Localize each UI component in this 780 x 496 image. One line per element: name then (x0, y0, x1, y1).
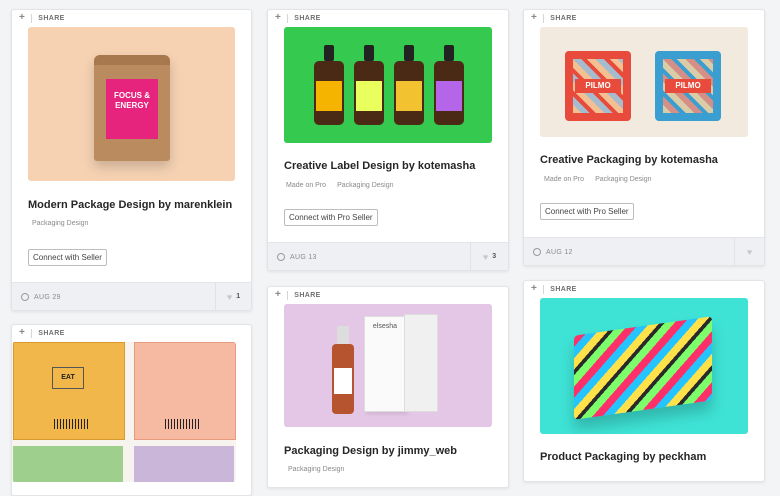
product-box: elsesha (364, 316, 406, 412)
zigzag-box (574, 316, 712, 420)
package: PILMO (655, 51, 721, 121)
project-image[interactable] (284, 27, 492, 143)
like-button[interactable]: ♥ (734, 238, 764, 265)
project-image[interactable]: FOCUS & ENERGY (28, 27, 235, 181)
clock-icon (21, 293, 29, 301)
project-card: + SHARE Product Packaging by peckham (523, 280, 765, 482)
tag[interactable]: Made on Pro (544, 176, 584, 183)
coffee-bag: FOCUS & ENERGY (94, 55, 170, 161)
plus-icon[interactable]: + (531, 284, 537, 294)
card-footer: AUG 29 ♥ 1 (12, 282, 251, 310)
plus-icon[interactable]: + (531, 13, 537, 23)
share-bar: + SHARE (524, 10, 764, 26)
bottle (394, 45, 424, 125)
project-title[interactable]: Product Packaging by peckham (540, 451, 706, 463)
tag[interactable]: Packaging Design (595, 176, 651, 183)
share-bar: + SHARE (268, 287, 508, 303)
project-card: + SHARE FOCUS & ENERGY Modern Package De… (11, 9, 252, 311)
share-link[interactable]: SHARE (294, 15, 321, 22)
connect-seller-button[interactable]: Connect with Seller (28, 249, 107, 266)
date: AUG 13 (277, 253, 317, 261)
label-sheet (134, 446, 234, 482)
bottle (354, 45, 384, 125)
tag[interactable]: Packaging Design (337, 182, 393, 189)
card-footer: AUG 12 ♥ (524, 237, 764, 265)
project-image[interactable]: PILMO PILMO (540, 27, 748, 137)
plus-icon[interactable]: + (19, 328, 25, 338)
spray-bottle (332, 326, 354, 414)
clock-icon (533, 248, 541, 256)
heart-icon: ♥ (482, 251, 489, 262)
tag-list: Made on Pro Packaging Design (544, 176, 652, 183)
project-title[interactable]: Modern Package Design by marenklein (28, 199, 232, 211)
package: PILMO (565, 51, 631, 121)
date: AUG 12 (533, 248, 573, 256)
share-link[interactable]: SHARE (550, 15, 577, 22)
product-box (404, 314, 438, 412)
project-image[interactable]: elsesha (284, 304, 492, 427)
project-card: + SHARE elsesha Packaging Design by jimm… (267, 286, 509, 488)
share-bar: + SHARE (268, 10, 508, 26)
bottle (314, 45, 344, 125)
label-sheet (13, 446, 123, 482)
project-title[interactable]: Packaging Design by jimmy_web (284, 445, 457, 457)
barcode (54, 419, 88, 429)
project-card: + SHARE EAT (11, 324, 252, 496)
label-sheet: EAT (13, 342, 125, 440)
like-button[interactable]: ♥ 3 (470, 243, 508, 270)
share-bar: + SHARE (12, 10, 251, 26)
bottle (434, 45, 464, 125)
date: AUG 29 (21, 293, 61, 301)
share-link[interactable]: SHARE (38, 15, 65, 22)
plus-icon[interactable]: + (275, 290, 281, 300)
label-sheet (134, 342, 236, 440)
tag[interactable]: Packaging Design (32, 220, 88, 227)
tag-list: Packaging Design (32, 220, 88, 227)
project-card: + SHARE PILMO PILMO Creative Packaging b… (523, 9, 765, 266)
share-link[interactable]: SHARE (38, 330, 65, 337)
project-image[interactable] (540, 298, 748, 434)
tag-list: Made on Pro Packaging Design (286, 182, 394, 189)
share-link[interactable]: SHARE (294, 292, 321, 299)
tag[interactable]: Made on Pro (286, 182, 326, 189)
connect-pro-seller-button[interactable]: Connect with Pro Seller (540, 203, 634, 220)
plus-icon[interactable]: + (19, 13, 25, 23)
project-card: + SHARE Creative Label Design by kotemas… (267, 9, 509, 271)
like-button[interactable]: ♥ 1 (215, 283, 251, 310)
share-link[interactable]: SHARE (550, 286, 577, 293)
bag-label: FOCUS & ENERGY (106, 79, 158, 139)
share-bar: + SHARE (524, 281, 764, 297)
project-title[interactable]: Creative Label Design by kotemasha (284, 160, 475, 172)
clock-icon (277, 253, 285, 261)
project-image[interactable]: EAT (12, 342, 236, 482)
plus-icon[interactable]: + (275, 13, 281, 23)
connect-pro-seller-button[interactable]: Connect with Pro Seller (284, 209, 378, 226)
heart-icon: ♥ (746, 246, 753, 257)
heart-icon: ♥ (226, 291, 233, 302)
card-footer: AUG 13 ♥ 3 (268, 242, 508, 270)
share-bar: + SHARE (12, 325, 251, 341)
project-title[interactable]: Creative Packaging by kotemasha (540, 154, 718, 166)
barcode (165, 419, 199, 429)
